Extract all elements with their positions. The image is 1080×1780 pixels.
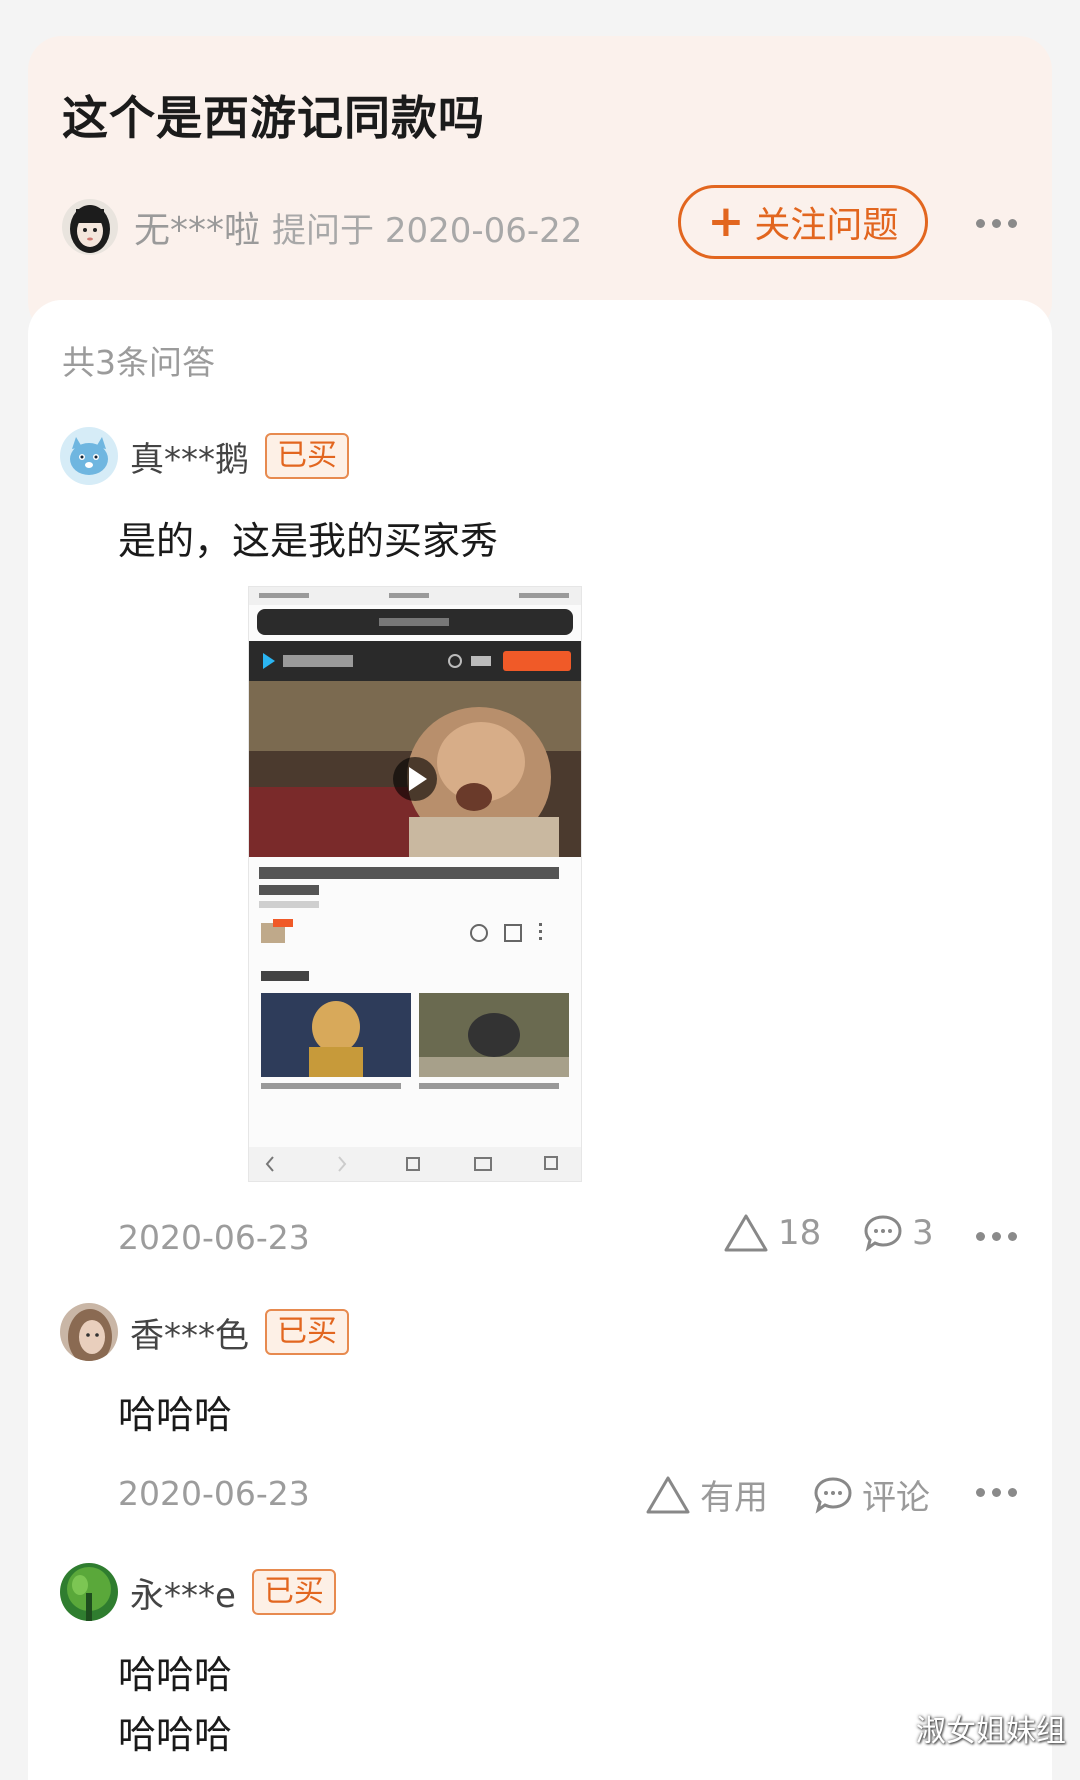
purchased-badge: 已买	[251, 1569, 336, 1615]
answer-user-row: 真***鹅 已买	[60, 426, 349, 486]
comment-label: 评论	[862, 1478, 930, 1518]
comment-button[interactable]: 3	[862, 1212, 934, 1254]
follow-label: 关注问题	[754, 205, 899, 246]
purchased-badge: 已买	[265, 433, 349, 479]
like-button[interactable]: 18	[722, 1212, 821, 1254]
question-title: 这个是西游记同款吗	[62, 91, 485, 145]
user-name[interactable]: 真***鹅	[130, 432, 249, 481]
answer-user-row: 永***e 已买	[60, 1562, 336, 1622]
more-icon[interactable]	[976, 1488, 1017, 1497]
comment-icon	[864, 1215, 902, 1252]
asker-name[interactable]: 无***啦	[134, 201, 260, 253]
answer-text: 是的，这是我的买家秀	[118, 519, 499, 563]
like-count: 18	[778, 1213, 822, 1253]
asker-info: 无***啦 提问于 2020-06-22	[62, 192, 582, 262]
triangle-like-icon	[646, 1476, 690, 1513]
user-avatar[interactable]	[60, 427, 118, 485]
more-icon[interactable]	[976, 219, 1017, 228]
answer-text-line: 哈哈哈	[118, 1653, 233, 1697]
comment-button[interactable]: 评论	[812, 1470, 930, 1519]
answers-count: 共3条问答	[62, 343, 215, 382]
plus-icon: +	[707, 196, 745, 247]
answer-image[interactable]	[248, 586, 582, 1182]
follow-question-button[interactable]: + 关注问题	[678, 185, 928, 259]
more-icon[interactable]	[976, 1232, 1017, 1241]
answer-text-line: 哈哈哈	[118, 1713, 233, 1757]
user-name[interactable]: 永***e	[130, 1568, 236, 1617]
user-avatar[interactable]	[60, 1563, 118, 1621]
purchased-badge: 已买	[265, 1309, 349, 1355]
comment-count: 3	[912, 1213, 934, 1253]
answer-date: 2020-06-23	[118, 1218, 310, 1257]
asker-meta: 提问于 2020-06-22	[272, 210, 583, 251]
useful-button[interactable]: 有用	[644, 1470, 768, 1519]
comment-icon	[814, 1476, 852, 1514]
watermark: 淑女姐妹组	[916, 1714, 1066, 1749]
user-name[interactable]: 香***色	[130, 1308, 249, 1357]
useful-label: 有用	[700, 1478, 768, 1518]
asker-avatar[interactable]	[62, 199, 118, 255]
answer-user-row: 香***色 已买	[60, 1302, 349, 1362]
user-avatar[interactable]	[60, 1303, 118, 1361]
triangle-like-icon	[724, 1214, 768, 1252]
answer-date: 2020-06-23	[118, 1474, 310, 1513]
answer-text: 哈哈哈	[118, 1393, 233, 1437]
